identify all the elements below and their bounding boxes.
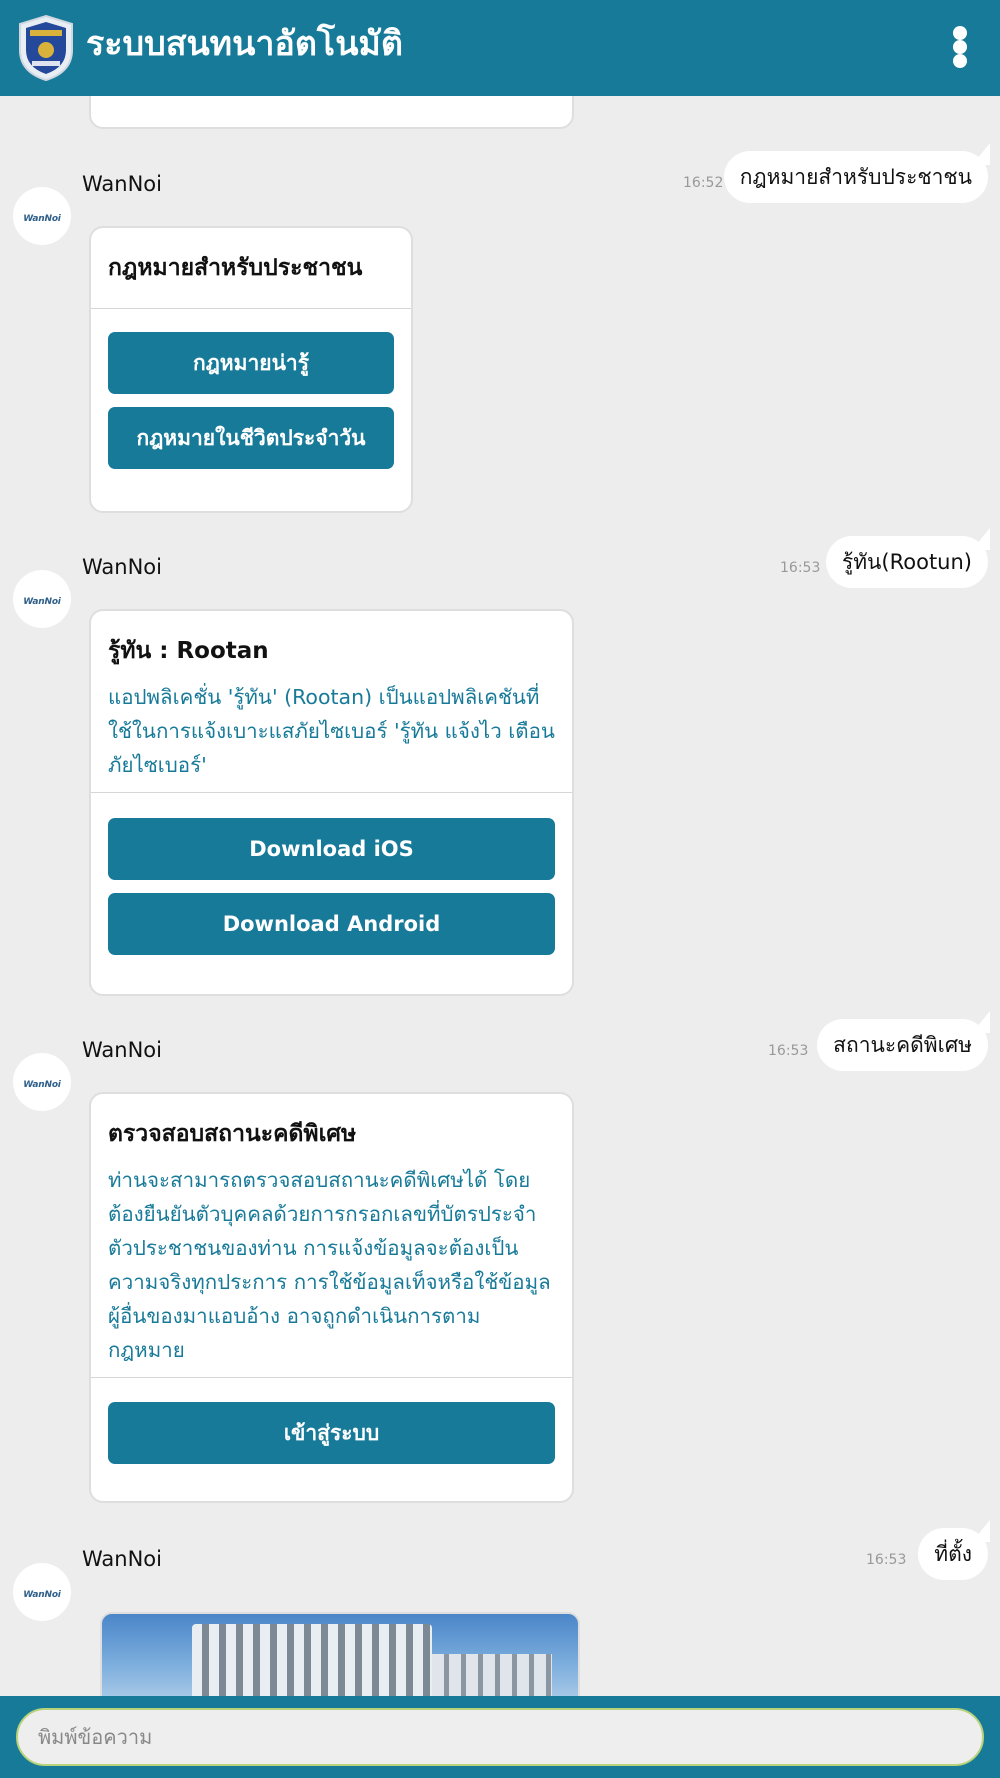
bot-name: WanNoi (82, 1547, 162, 1571)
user-message: กฎหมายสำหรับประชาชน (723, 143, 990, 203)
user-message: ที่ตั้ง (918, 1520, 990, 1580)
card-description: แอปพลิเคชั่น 'รู้ทัน' (Rootan) เป็นแอปพล… (108, 680, 558, 782)
bot-name: WanNoi (82, 1038, 162, 1062)
description-line: กฎหมาย (108, 1338, 185, 1362)
avatar-label: WanNoi (23, 597, 61, 607)
message-time: 16:52 (683, 175, 724, 191)
description-line: ภัยไซเบอร์' (108, 753, 207, 777)
building-wing (432, 1654, 552, 1696)
avatar-label: WanNoi (23, 214, 61, 224)
law-card: กฎหมายสำหรับประชาชน กฎหมายน่ารู้ กฎหมายใ… (89, 226, 413, 513)
card-title: กฎหมายสำหรับประชาชน (108, 255, 363, 281)
description-line: ท่านจะสามารถตรวจสอบสถานะคดีพิเศษได้ โดย (108, 1168, 531, 1192)
previous-card (89, 96, 574, 129)
avatar-label: WanNoi (23, 1080, 61, 1090)
chat-area[interactable]: กฎหมายสำหรับประชาชน 16:52 WanNoi WanNoi … (0, 96, 1000, 1696)
description-line: ใช้ในการแจ้งเบาะแสภัยไซเบอร์ 'รู้ทัน แจ้… (108, 719, 555, 743)
message-composer (0, 1696, 1000, 1778)
card-title: รู้ทัน : Rootan (108, 638, 269, 664)
description-line: ตัวประชาชนของท่าน การแจ้งข้อมูลจะต้องเป็… (108, 1236, 519, 1260)
rootan-card: รู้ทัน : Rootan แอปพลิเคชั่น 'รู้ทัน' (R… (89, 609, 574, 996)
user-message-text: ที่ตั้ง (934, 1542, 972, 1566)
bot-name: WanNoi (82, 172, 162, 196)
card-title: ตรวจสอบสถานะคดีพิเศษ (108, 1121, 357, 1147)
case-status-card: ตรวจสอบสถานะคดีพิเศษ ท่านจะสามารถตรวจสอบ… (89, 1092, 574, 1503)
message-time: 16:53 (866, 1552, 907, 1568)
app-title: ระบบสนทนาอัตโนมัติ (86, 24, 403, 64)
dsi-shield-logo (19, 14, 73, 82)
download-ios-button[interactable]: Download iOS (108, 818, 555, 880)
law-knowledge-button[interactable]: กฎหมายน่ารู้ (108, 332, 394, 394)
user-message: รู้ทัน(Rootun) (825, 528, 990, 588)
description-line: แอปพลิเคชั่น 'รู้ทัน' (Rootan) เป็นแอปพล… (108, 685, 540, 709)
download-android-button[interactable]: Download Android (108, 893, 555, 955)
description-line: ความจริงทุกประการ การใช้ข้อมูลเท็จหรือใช… (108, 1270, 551, 1294)
more-vertical-icon[interactable] (944, 24, 976, 70)
avatar-label: WanNoi (23, 1590, 61, 1600)
user-message-text: กฎหมายสำหรับประชาชน (739, 165, 972, 189)
user-message-text: สถานะคดีพิเศษ (833, 1033, 972, 1057)
card-divider (91, 308, 411, 309)
user-message: สถานะคดีพิเศษ (817, 1011, 990, 1071)
card-divider (91, 1377, 572, 1378)
login-button[interactable]: เข้าสู่ระบบ (108, 1402, 555, 1464)
bot-avatar: WanNoi (13, 187, 71, 245)
message-time: 16:53 (780, 560, 821, 576)
message-input[interactable] (16, 1708, 984, 1766)
bot-avatar: WanNoi (13, 1053, 71, 1111)
description-line: ผู้อื่นของมาแอบอ้าง อาจถูกดำเนินการตาม (108, 1304, 481, 1328)
location-building-image[interactable] (100, 1612, 580, 1696)
description-line: ต้องยืนยันตัวบุคคลด้วยการกรอกเลขที่บัตรป… (108, 1202, 537, 1226)
building-tower (192, 1624, 432, 1696)
message-time: 16:53 (768, 1043, 809, 1059)
bot-avatar: WanNoi (13, 1563, 71, 1621)
daily-law-button[interactable]: กฎหมายในชีวิตประจำวัน (108, 407, 394, 469)
app-header: ระบบสนทนาอัตโนมัติ (0, 0, 1000, 96)
bot-name: WanNoi (82, 555, 162, 579)
bot-avatar: WanNoi (13, 570, 71, 628)
card-description: ท่านจะสามารถตรวจสอบสถานะคดีพิเศษได้ โดย … (108, 1163, 563, 1367)
card-divider (91, 792, 572, 793)
user-message-text: รู้ทัน(Rootun) (841, 550, 972, 574)
